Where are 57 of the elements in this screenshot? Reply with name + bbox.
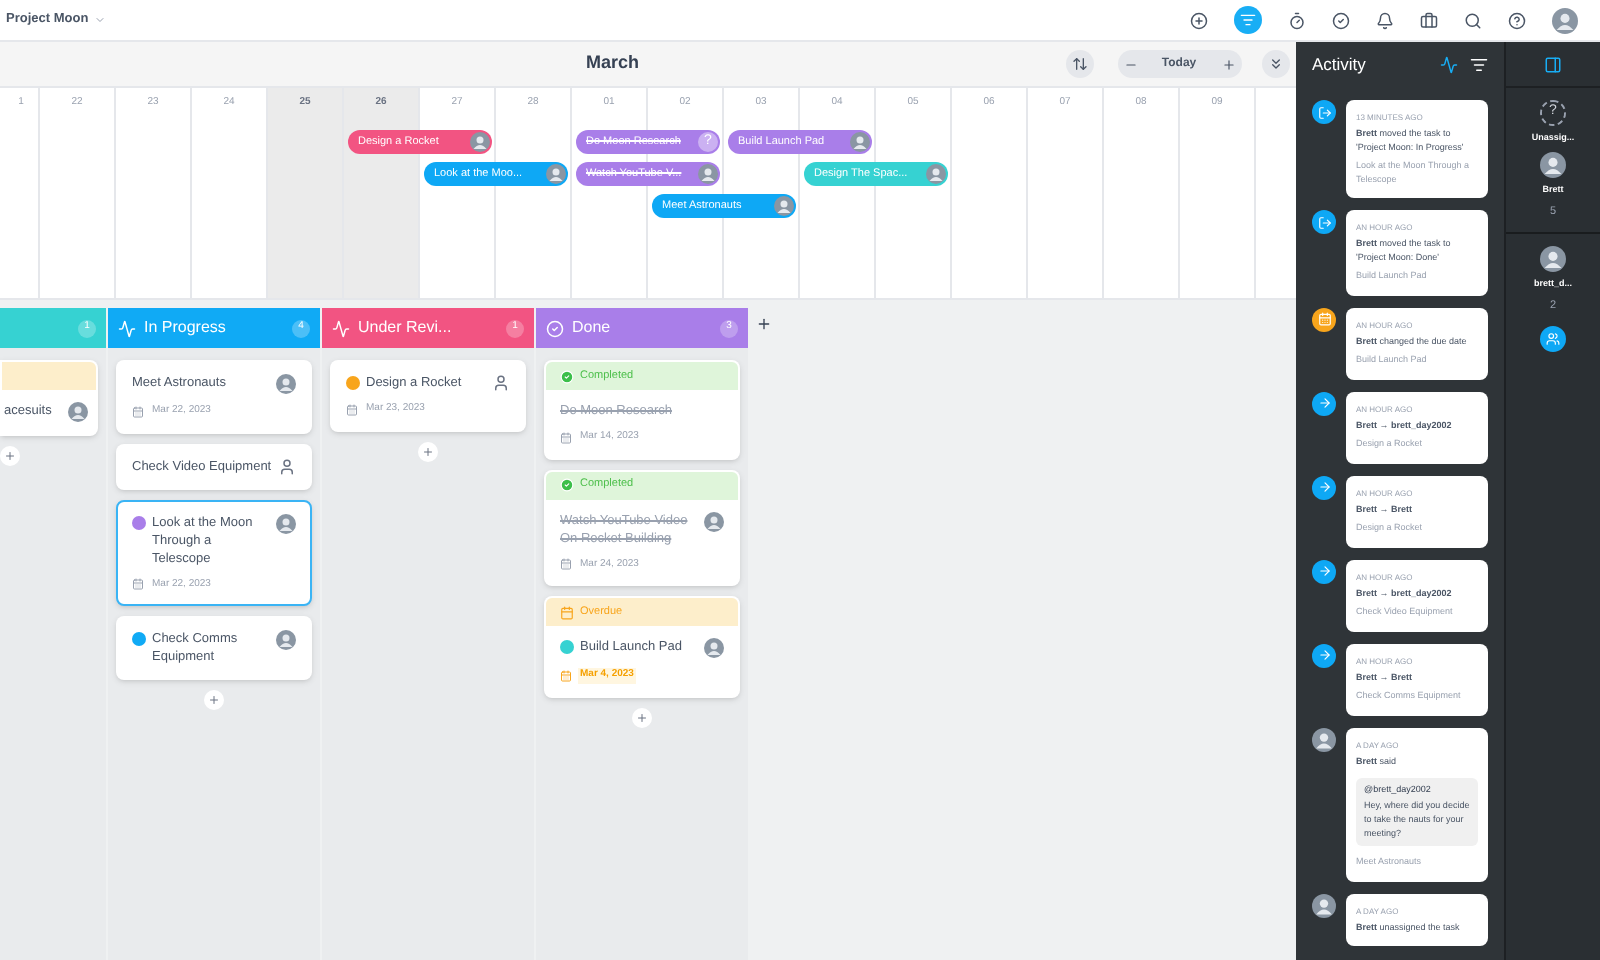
collapse-button[interactable]	[1261, 50, 1290, 78]
exit-icon	[1312, 100, 1336, 124]
calendar-icon	[560, 669, 572, 682]
panel-toggle-icon[interactable]	[1544, 55, 1562, 73]
plus-icon	[636, 711, 648, 723]
bell-icon[interactable]	[1376, 11, 1394, 29]
sort-icon	[1071, 56, 1088, 72]
avatar-icon	[1312, 727, 1336, 751]
arrow-right-icon	[1312, 559, 1336, 583]
calendar-icon	[560, 558, 572, 571]
pulse-icon[interactable]	[1440, 56, 1458, 74]
user-avatar	[1540, 245, 1566, 272]
exit-icon	[1312, 210, 1336, 234]
avatar-icon	[926, 164, 946, 184]
avatar-icon	[1312, 893, 1336, 917]
avatar-icon	[698, 164, 718, 184]
avatar-icon	[774, 196, 794, 216]
sort-button[interactable]	[1065, 50, 1094, 78]
avatar-icon	[850, 132, 870, 152]
help-icon[interactable]	[1508, 11, 1526, 29]
arrow-right-icon	[1312, 475, 1336, 499]
column-title: Done	[572, 316, 613, 340]
calendar-icon	[132, 578, 144, 591]
plus-icon	[422, 445, 434, 457]
calendar-icon	[560, 431, 572, 444]
calendar-icon	[1312, 307, 1336, 331]
plus-icon	[208, 694, 220, 706]
user-avatar	[1552, 7, 1578, 33]
add-icon[interactable]	[1190, 11, 1208, 29]
invite-button[interactable]	[1540, 325, 1566, 352]
month-label: March	[586, 50, 640, 77]
column-title: Under Revi...	[358, 316, 454, 340]
avatar-icon	[470, 132, 490, 152]
check-circle-icon[interactable]	[1332, 11, 1350, 29]
panel-title: Activity	[1312, 52, 1368, 78]
briefcase-icon[interactable]	[1420, 11, 1438, 29]
users-icon	[1546, 331, 1560, 346]
check-circle-icon	[560, 369, 574, 383]
calendar-icon	[132, 405, 144, 418]
pulse-icon	[332, 319, 350, 337]
check-circle-icon	[546, 319, 564, 337]
filter-icon[interactable]	[1470, 56, 1488, 74]
calendar-icon	[346, 403, 358, 416]
check-circle-icon	[560, 478, 574, 492]
column-title: In Progress	[144, 316, 228, 340]
chevrons-down-icon	[1267, 56, 1284, 72]
arrow-right-icon	[1312, 643, 1336, 667]
calendar-icon	[560, 605, 574, 619]
search-icon[interactable]	[1464, 11, 1482, 29]
add-column-icon[interactable]	[756, 316, 772, 332]
timer-icon[interactable]	[1288, 11, 1306, 29]
pulse-icon	[118, 319, 136, 337]
avatar-icon	[546, 164, 566, 184]
plus-icon	[4, 450, 16, 462]
user-avatar	[1540, 151, 1566, 178]
arrow-right-icon	[1312, 391, 1336, 415]
zoom-in-icon[interactable]	[1221, 57, 1235, 71]
